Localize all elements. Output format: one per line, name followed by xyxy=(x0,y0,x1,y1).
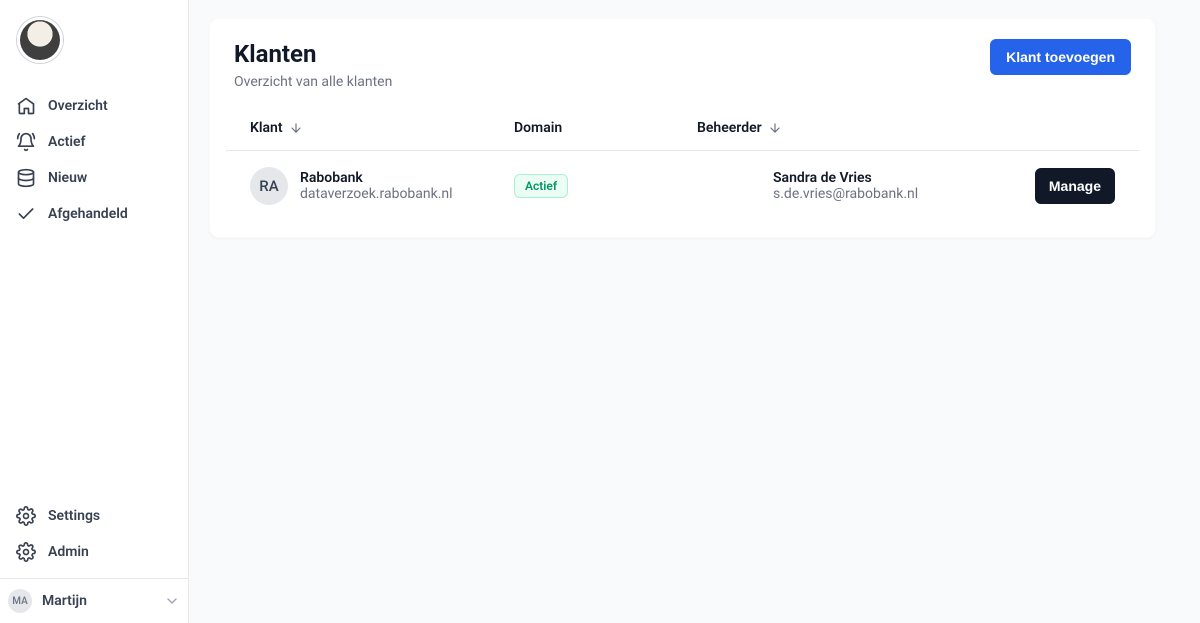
col-header-admin[interactable]: Beheerder xyxy=(697,120,995,136)
bottom-nav: Settings Admin xyxy=(0,490,188,578)
nav-label: Nieuw xyxy=(48,170,87,186)
chevron-down-icon xyxy=(164,593,180,609)
bell-icon xyxy=(16,132,36,152)
check-icon xyxy=(16,204,36,224)
page-subtitle: Overzicht van alle klanten xyxy=(234,74,392,90)
home-icon xyxy=(16,96,36,116)
client-name: Rabobank xyxy=(300,170,453,186)
status-badge: Actief xyxy=(514,174,568,198)
main-content: Klanten Overzicht van alle klanten Klant… xyxy=(189,0,1200,623)
nav-item-admin[interactable]: Admin xyxy=(8,534,180,570)
admin-name: Sandra de Vries xyxy=(773,170,995,186)
nav-item-completed[interactable]: Afgehandeld xyxy=(8,196,180,232)
clients-card: Klanten Overzicht van alle klanten Klant… xyxy=(209,18,1156,238)
nav-label: Overzicht xyxy=(48,98,108,114)
admin-cell: Sandra de Vries s.de.vries@rabobank.nl xyxy=(697,170,995,202)
table-row: RA Rabobank dataverzoek.rabobank.nl Acti… xyxy=(226,151,1139,221)
col-header-domain[interactable]: Domain xyxy=(514,120,697,136)
main-nav: Overzicht Actief Nieuw xyxy=(0,80,188,240)
col-header-client[interactable]: Klant xyxy=(250,120,514,136)
nav-label: Actief xyxy=(48,134,86,150)
nav-item-overview[interactable]: Overzicht xyxy=(8,88,180,124)
add-client-button[interactable]: Klant toevoegen xyxy=(990,39,1131,75)
nav-item-new[interactable]: Nieuw xyxy=(8,160,180,196)
client-avatar: RA xyxy=(250,167,288,205)
client-domain: dataverzoek.rabobank.nl xyxy=(300,186,453,202)
user-menu[interactable]: MA Martijn xyxy=(0,578,188,623)
gear-icon xyxy=(16,542,36,562)
status-cell: Actief xyxy=(514,174,697,198)
nav-label: Admin xyxy=(48,544,89,560)
manage-button[interactable]: Manage xyxy=(1035,168,1115,204)
client-cell: RA Rabobank dataverzoek.rabobank.nl xyxy=(250,167,514,205)
clients-table: Klant Domain Beheerder xyxy=(210,106,1155,237)
nav-item-active[interactable]: Actief xyxy=(8,124,180,160)
gear-icon xyxy=(16,506,36,526)
page-title: Klanten xyxy=(234,39,392,70)
nav-item-settings[interactable]: Settings xyxy=(8,498,180,534)
brand-avatar xyxy=(0,16,188,64)
table-header: Klant Domain Beheerder xyxy=(226,106,1139,151)
nav-label: Afgehandeld xyxy=(48,206,128,222)
nav-label: Settings xyxy=(48,508,100,524)
arrow-down-icon xyxy=(768,121,782,135)
user-avatar: MA xyxy=(8,589,32,613)
user-name: Martijn xyxy=(42,593,154,609)
database-icon xyxy=(16,168,36,188)
sidebar: Overzicht Actief Nieuw xyxy=(0,0,189,623)
admin-email: s.de.vries@rabobank.nl xyxy=(773,186,995,202)
arrow-down-icon xyxy=(289,121,303,135)
